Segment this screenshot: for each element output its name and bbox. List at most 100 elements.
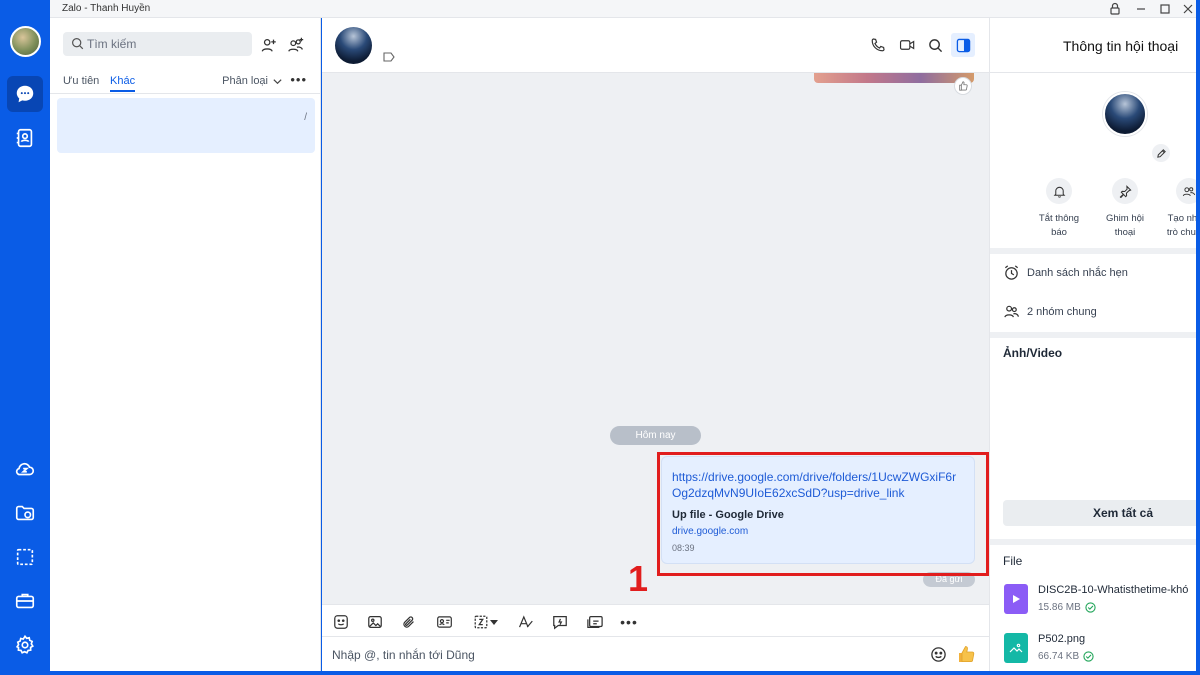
nav-settings-button[interactable] — [7, 627, 43, 663]
media-section-title[interactable]: Ảnh/Video — [1003, 346, 1062, 360]
nav-chat-button[interactable] — [7, 76, 43, 112]
file-name: P502.png — [1038, 633, 1086, 645]
caret-down-icon — [490, 620, 498, 625]
paperclip-icon — [403, 616, 414, 628]
message-input[interactable] — [332, 646, 912, 664]
side-panel-icon — [956, 38, 970, 52]
date-divider: Hôm nay — [610, 426, 701, 445]
folder-sync-icon — [15, 505, 35, 521]
add-friend-icon[interactable] — [260, 36, 278, 54]
create-group-chat-label: Tạo nhóm trò chuyện — [1166, 213, 1196, 238]
attach-button[interactable] — [400, 613, 418, 631]
create-group-icon[interactable] — [287, 36, 305, 54]
thumbs-up-icon — [959, 81, 968, 91]
conversation-item[interactable]: / — [57, 98, 315, 153]
contact-card-icon — [436, 616, 452, 628]
nav-screenshot-button[interactable] — [7, 539, 43, 575]
image-button[interactable] — [366, 613, 384, 631]
quick-message-button[interactable] — [551, 613, 569, 631]
conversation-info-panel: Thông tin hội thoại Tắt thông báo Ghim h… — [989, 18, 1196, 671]
tab-priority[interactable]: Ưu tiên — [63, 75, 99, 87]
file-name: DISC2B-10-Whatisthetime-khó — [1038, 584, 1189, 596]
cloud-icon — [15, 462, 35, 476]
bell-icon — [1053, 186, 1065, 198]
composer-toolbar: ••• — [322, 604, 989, 637]
sticker-button[interactable] — [332, 613, 350, 631]
search-box[interactable] — [63, 32, 252, 56]
section-divider — [990, 248, 1196, 254]
more-options-button[interactable]: ••• — [290, 72, 307, 87]
file-size: 66.74 KB — [1038, 651, 1080, 662]
info-avatar[interactable] — [1103, 92, 1147, 136]
search-chat-button[interactable] — [925, 35, 945, 55]
search-input[interactable] — [87, 35, 247, 53]
toggle-info-panel-button[interactable] — [951, 33, 975, 57]
nav-tools-button[interactable] — [7, 583, 43, 619]
video-icon — [899, 40, 914, 50]
create-group-chat-button[interactable]: Tạo nhóm trò chuyện — [1154, 178, 1196, 240]
task-button[interactable] — [586, 613, 604, 631]
left-rail — [0, 0, 50, 675]
pin-conversation-button[interactable]: Ghim hội thoại — [1090, 178, 1160, 240]
chevron-down-icon — [273, 78, 282, 84]
edit-name-button[interactable] — [1152, 144, 1170, 162]
filter-dropdown[interactable]: Phân loại — [222, 75, 283, 87]
chat-icon — [16, 85, 34, 103]
filter-label: Phân loại — [222, 75, 268, 87]
peer-avatar[interactable] — [335, 27, 372, 64]
file-item[interactable]: DISC2B-10-Whatisthetime-khó 15.86 MB — [1004, 584, 1188, 614]
info-panel-title: Thông tin hội thoại — [1063, 38, 1179, 54]
file-item[interactable]: P502.png 66.74 KB — [1004, 633, 1094, 663]
common-groups-label: 2 nhóm chung — [1027, 305, 1097, 318]
file-section-title[interactable]: File — [1003, 554, 1022, 568]
pin-conversation-label: Ghim hội thoại — [1105, 213, 1144, 238]
nav-contacts-button[interactable] — [7, 120, 43, 156]
pin-icon — [1119, 184, 1132, 198]
lock-icon[interactable] — [1107, 1, 1123, 17]
react-button[interactable] — [954, 77, 972, 95]
common-groups-row[interactable]: 2 nhóm chung — [1003, 303, 1097, 320]
reminders-label: Danh sách nhắc hẹn — [1027, 266, 1128, 279]
briefcase-icon — [15, 593, 35, 609]
image-file-icon — [1004, 633, 1028, 663]
video-call-button[interactable] — [897, 35, 917, 55]
info-panel-header: Thông tin hội thoại — [990, 18, 1196, 73]
reminders-row[interactable]: Danh sách nhắc hẹn — [1003, 264, 1128, 281]
previous-image-message[interactable] — [814, 73, 974, 83]
mute-notifications-label: Tắt thông báo — [1038, 213, 1080, 238]
contact-card-button[interactable] — [435, 613, 453, 631]
tag-icon[interactable] — [383, 52, 395, 62]
mute-notifications-button[interactable]: Tắt thông báo — [1024, 178, 1094, 240]
image-icon — [368, 616, 382, 628]
screenshot-icon — [474, 615, 488, 629]
format-text-button[interactable] — [516, 613, 534, 631]
text-format-icon — [518, 615, 533, 628]
conversation-item-mark: / — [304, 112, 307, 123]
file-size: 15.86 MB — [1038, 602, 1081, 613]
minimize-icon[interactable] — [1133, 1, 1149, 17]
close-icon[interactable] — [1180, 1, 1196, 17]
call-button[interactable] — [868, 35, 888, 55]
alarm-clock-icon — [1004, 265, 1019, 280]
quick-message-icon — [553, 616, 567, 630]
gear-icon — [15, 634, 34, 654]
screenshot-icon — [16, 548, 34, 566]
video-file-icon — [1004, 584, 1028, 614]
pencil-icon — [1156, 148, 1166, 158]
phone-icon — [871, 38, 885, 52]
nav-folder-button[interactable] — [7, 495, 43, 531]
thumbs-up-icon[interactable] — [957, 644, 977, 664]
screenshot-dropdown-button[interactable] — [469, 613, 503, 631]
emoji-icon[interactable] — [930, 646, 947, 663]
group-add-icon — [1182, 186, 1196, 196]
nav-cloud-button[interactable] — [7, 451, 43, 487]
maximize-icon[interactable] — [1157, 1, 1173, 17]
tab-other[interactable]: Khác — [110, 75, 136, 92]
check-circle-icon — [1085, 602, 1096, 613]
title-bar: Zalo - Thanh Huyền — [50, 0, 1196, 18]
user-avatar[interactable] — [10, 26, 41, 57]
more-tools-button[interactable]: ••• — [620, 613, 638, 631]
view-all-button[interactable]: Xem tất cả — [1003, 500, 1196, 526]
chat-header — [322, 18, 989, 73]
composer — [322, 637, 989, 671]
